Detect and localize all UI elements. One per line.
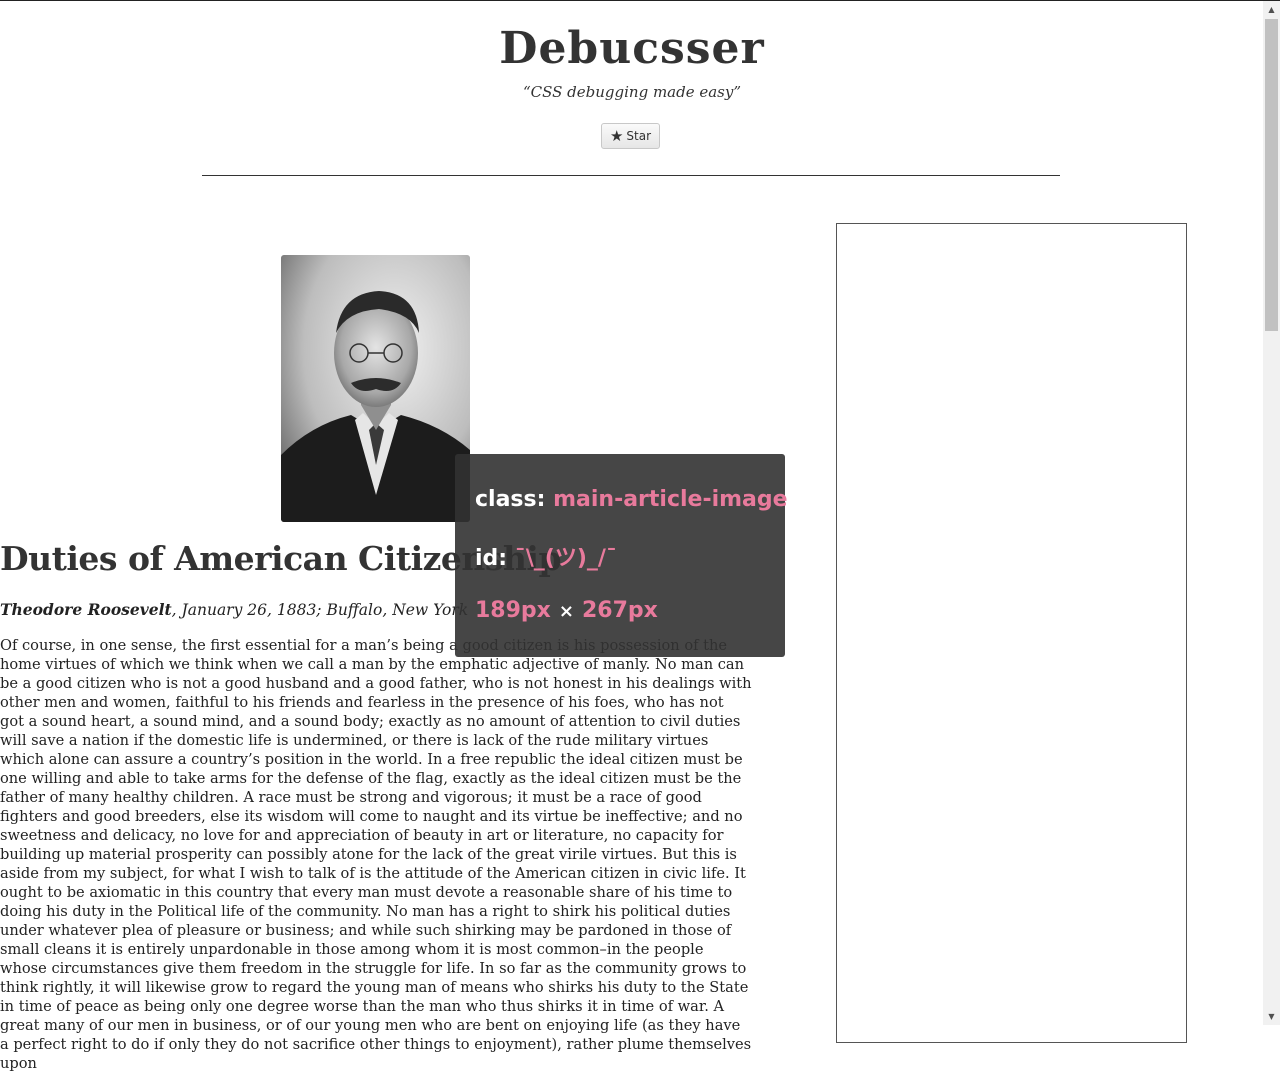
debug-tooltip: class: main-article-image id: ¯\_(ツ)_/¯ … xyxy=(455,454,788,657)
article-author: Theodore Roosevelt xyxy=(0,600,172,619)
tooltip-class-value: main-article-image xyxy=(553,487,788,512)
article-dateline: , January 26, 1883; Buffalo, New York xyxy=(171,601,469,619)
tooltip-size-row: 189px × 267px xyxy=(475,598,658,623)
star-button[interactable]: ★ Star xyxy=(601,123,660,149)
sidebar-box xyxy=(836,223,1187,1043)
tooltip-class-label: class: xyxy=(475,487,546,512)
tooltip-class-row: class: main-article-image xyxy=(475,487,788,512)
tooltip-width-value: 189px xyxy=(475,598,551,623)
site-tagline: “CSS debugging made easy” xyxy=(522,83,742,101)
header-divider xyxy=(202,175,1060,176)
tooltip-times-sign: × xyxy=(558,601,574,622)
star-button-label: Star xyxy=(626,129,652,143)
site-title: Debucsser xyxy=(499,23,765,74)
star-icon: ★ xyxy=(609,126,624,145)
article-byline: Theodore Roosevelt, January 26, 1883; Bu… xyxy=(0,600,468,619)
main-article-image[interactable] xyxy=(281,255,470,522)
tooltip-id-label: id: xyxy=(475,546,508,571)
tooltip-id-row: id: ¯\_(ツ)_/¯ xyxy=(475,540,617,572)
scroll-up-arrow-icon[interactable]: ▲ xyxy=(1263,1,1280,18)
tooltip-height-value: 267px xyxy=(581,598,658,623)
scrollbar-thumb[interactable] xyxy=(1265,19,1278,331)
vertical-scrollbar[interactable]: ▲ ▼ xyxy=(1263,1,1280,1025)
tooltip-id-value: ¯\_(ツ)_/¯ xyxy=(514,546,617,571)
article-body: Of course, in one sense, the first essen… xyxy=(0,637,752,1072)
scroll-down-arrow-icon[interactable]: ▼ xyxy=(1263,1008,1280,1025)
